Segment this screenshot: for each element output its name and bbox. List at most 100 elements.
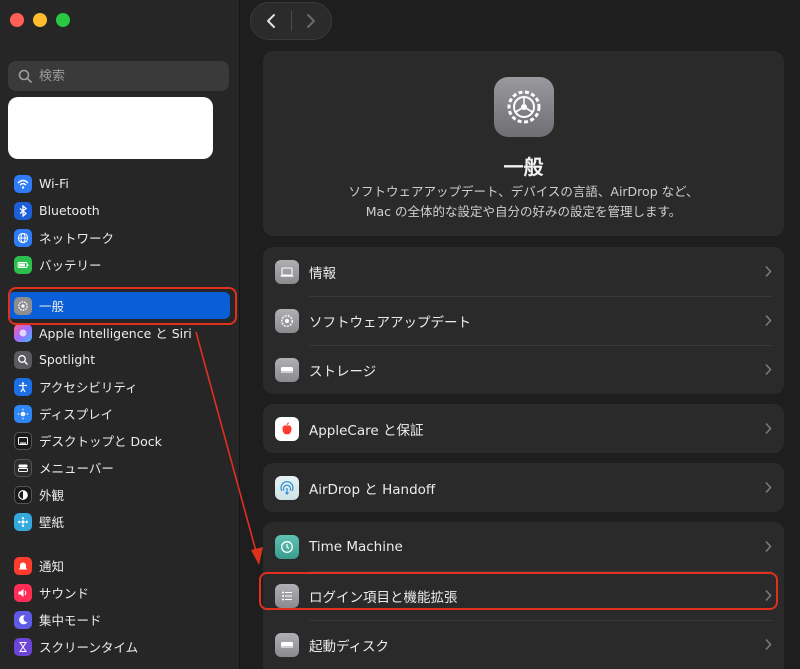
sidebar-item-spotlight[interactable]: Spotlight: [8, 346, 230, 373]
row-label: AppleCare と保証: [309, 422, 424, 439]
wifi-icon: [14, 174, 32, 193]
apple-icon: [275, 416, 299, 441]
chevron-right-icon: [765, 363, 772, 376]
row-software-update[interactable]: ソフトウェアアップデート: [263, 296, 784, 345]
search-icon: [18, 69, 32, 83]
sidebar-item-bluetooth[interactable]: Bluetooth: [8, 197, 230, 224]
row-label: ストレージ: [309, 363, 377, 380]
bell-icon: [14, 556, 32, 575]
chevron-right-icon: [765, 481, 772, 494]
row-about[interactable]: 情報: [263, 247, 784, 296]
sidebar-item-label: デスクトップと Dock: [39, 434, 162, 449]
account-card[interactable]: [8, 97, 213, 159]
sidebar-item-notifications[interactable]: 通知: [8, 552, 230, 579]
sidebar-group-connectivity: Wi-Fi Bluetooth ネットワーク バッテリー: [8, 170, 230, 278]
navigation-arrows: [250, 2, 332, 40]
sidebar-item-label: ディスプレイ: [39, 407, 114, 422]
chevron-right-icon: [765, 265, 772, 278]
sidebar-item-label: Spotlight: [39, 352, 96, 367]
row-label: 起動ディスク: [309, 638, 390, 655]
sidebar-item-screen-time[interactable]: スクリーンタイム: [8, 633, 230, 660]
chevron-right-icon: [307, 14, 316, 28]
sidebar-item-label: 通知: [39, 559, 65, 574]
row-time-machine[interactable]: Time Machine: [263, 522, 784, 571]
sidebar-item-label: 壁紙: [39, 515, 65, 530]
sidebar-group-system: 一般 Apple Intelligence と Siri Spotlight ア…: [8, 292, 230, 535]
sun-icon: [14, 404, 32, 423]
sidebar-item-display[interactable]: ディスプレイ: [8, 400, 230, 427]
sidebar-item-focus[interactable]: 集中モード: [8, 606, 230, 633]
close-button[interactable]: [10, 13, 24, 27]
sidebar-item-label: アクセシビリティ: [39, 380, 138, 395]
startup-disk-icon: [275, 632, 299, 657]
menubar-icon: [14, 458, 32, 477]
row-storage[interactable]: ストレージ: [263, 345, 784, 394]
row-applecare[interactable]: AppleCare と保証: [263, 404, 784, 453]
row-label: Time Machine: [309, 538, 403, 555]
sidebar-item-network[interactable]: ネットワーク: [8, 224, 230, 251]
sidebar-item-label: 集中モード: [39, 613, 102, 628]
sidebar-item-label: 外観: [39, 488, 65, 503]
update-gear-icon: [275, 308, 299, 333]
sidebar-item-label: Apple Intelligence と Siri: [39, 326, 192, 341]
page-description: ソフトウェアアップデート、デバイスの言語、AirDrop など、 Mac の全体…: [303, 182, 744, 222]
traffic-lights: [10, 13, 70, 27]
sidebar-item-menubar[interactable]: メニューバー: [8, 454, 230, 481]
chevron-right-icon: [765, 638, 772, 651]
laptop-icon: [275, 259, 299, 284]
moon-icon: [14, 610, 32, 629]
settings-group-airdrop: AirDrop と Handoff: [263, 463, 784, 512]
appearance-icon: [14, 485, 32, 504]
row-startup-disk[interactable]: 起動ディスク: [263, 620, 784, 669]
siri-icon: [14, 323, 32, 342]
annotation-box-general: [8, 287, 237, 325]
zoom-button[interactable]: [56, 13, 70, 27]
sidebar-item-battery[interactable]: バッテリー: [8, 251, 230, 278]
sidebar-item-desktop-dock[interactable]: デスクトップと Dock: [8, 427, 230, 454]
search-input[interactable]: [39, 68, 219, 84]
wallpaper-icon: [14, 512, 32, 531]
forward-button[interactable]: [291, 3, 331, 39]
row-label: 情報: [309, 265, 336, 282]
sidebar-item-label: Wi-Fi: [39, 176, 69, 191]
sidebar-item-appearance[interactable]: 外観: [8, 481, 230, 508]
globe-icon: [14, 228, 32, 247]
time-machine-icon: [275, 534, 299, 559]
search-field[interactable]: [8, 61, 229, 91]
magnifier-icon: [14, 350, 32, 369]
sidebar-item-label: Bluetooth: [39, 203, 100, 218]
sidebar-item-label: スクリーンタイム: [39, 640, 139, 655]
chevron-right-icon: [765, 314, 772, 327]
general-gear-icon: [494, 77, 554, 137]
sidebar-group-notifications: 通知 サウンド 集中モード スクリーンタイム: [8, 552, 230, 660]
annotation-box-login-items: [259, 572, 778, 610]
sidebar-item-label: メニューバー: [39, 461, 114, 476]
hourglass-icon: [14, 637, 32, 656]
sidebar-item-sound[interactable]: サウンド: [8, 579, 230, 606]
chevron-right-icon: [765, 422, 772, 435]
settings-group-applecare: AppleCare と保証: [263, 404, 784, 453]
row-airdrop-handoff[interactable]: AirDrop と Handoff: [263, 463, 784, 512]
sidebar-item-accessibility[interactable]: アクセシビリティ: [8, 373, 230, 400]
drive-icon: [275, 357, 299, 382]
description-line-1: ソフトウェアアップデート、デバイスの言語、AirDrop など、: [348, 184, 699, 199]
airdrop-icon: [275, 475, 299, 500]
page-title: 一般: [503, 155, 544, 179]
row-label: AirDrop と Handoff: [309, 481, 436, 498]
settings-group-about: 情報 ソフトウェアアップデート ストレージ: [263, 247, 784, 394]
sidebar-item-wallpaper[interactable]: 壁紙: [8, 508, 230, 535]
sidebar-item-wifi[interactable]: Wi-Fi: [8, 170, 230, 197]
battery-icon: [14, 255, 32, 274]
description-line-2: Mac の全体的な設定や自分の好みの設定を管理します。: [365, 204, 682, 219]
back-button[interactable]: [251, 3, 291, 39]
sidebar-item-label: サウンド: [39, 586, 90, 601]
settings-window: Wi-Fi Bluetooth ネットワーク バッテリー 一般 Ap: [0, 0, 800, 669]
row-label: ソフトウェアアップデート: [309, 314, 471, 331]
dock-icon: [14, 431, 32, 450]
minimize-button[interactable]: [33, 13, 47, 27]
general-header: 一般 ソフトウェアアップデート、デバイスの言語、AirDrop など、 Mac …: [263, 51, 784, 236]
sidebar: Wi-Fi Bluetooth ネットワーク バッテリー 一般 Ap: [0, 0, 240, 669]
accessibility-icon: [14, 377, 32, 396]
chevron-right-icon: [765, 540, 772, 553]
speaker-icon: [14, 583, 32, 602]
